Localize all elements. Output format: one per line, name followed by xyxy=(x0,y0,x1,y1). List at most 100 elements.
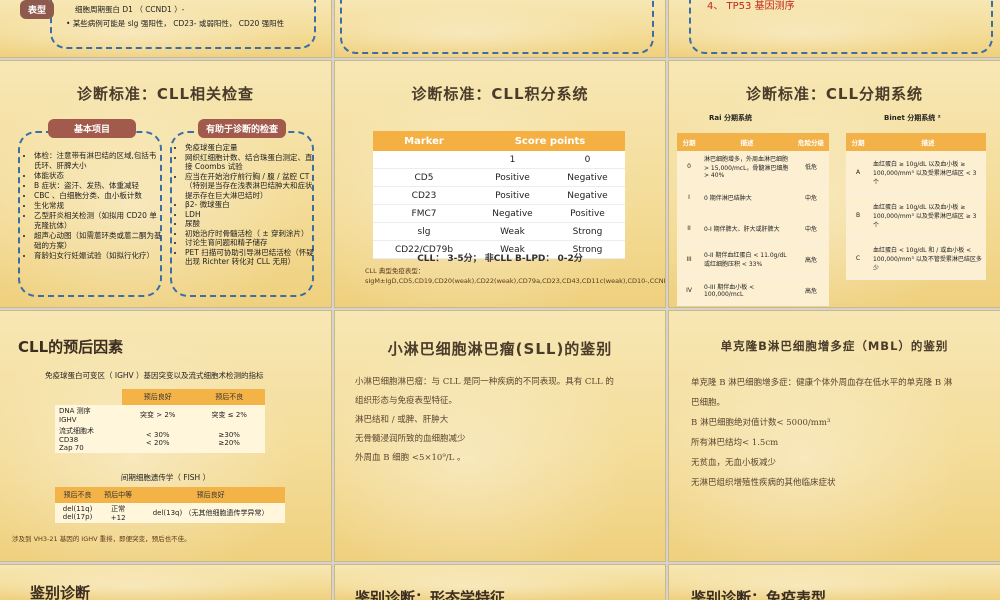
list-item: 体检：注意带有淋巴结的区域,包括韦氏环、肝脾大小 xyxy=(34,151,162,171)
slide-sll[interactable]: 小淋巴细胞淋巴瘤(SLL)的鉴别 小淋巴细胞淋巴瘤：与 CLL 是同一种疾病的不… xyxy=(335,311,665,561)
slide-prognosis[interactable]: CLL的预后因素 免疫球蛋白可变区（ IGHV ）基因突变以及流式细胞术检测的指… xyxy=(0,311,331,561)
list-item: 育龄妇女行妊娠试验（如拟行化疗） xyxy=(34,251,162,261)
text-line: 外周血 B 细胞 <5×10⁹/L 。 xyxy=(355,453,466,463)
table-cell: FMC7 xyxy=(373,204,475,223)
table-row: CD23 Positive Negative xyxy=(373,186,625,205)
score-note: CLL 典型免疫表型： sIgM±IgD,CD5,CD19,CD20(weak)… xyxy=(365,267,665,285)
table-cell: del(13q) （无其他细胞遗传学异常） xyxy=(136,503,285,523)
slide-score[interactable]: 诊断标准：CLL积分系统 Marker Score points 1 0 CD5 Po… xyxy=(335,61,665,307)
table-cell: Negative xyxy=(550,168,625,187)
text-line: 无骨髓浸润所致的血细胞减少 xyxy=(355,434,466,444)
basic-tag: 基本项目 xyxy=(48,119,136,138)
prognosis-note: 涉及到 VH3-21 基因的 IGHV 重排，即便突变，预后也不佳。 xyxy=(12,535,191,543)
mbl-title: 单克隆B淋巴细胞增多症（MBL）的鉴别 xyxy=(720,339,949,353)
table-row: II 0-I 期伴脾大、肝大或肝脾大 中危 xyxy=(677,212,829,244)
table-cell: B xyxy=(846,193,870,237)
text-line: 巴细胞。 xyxy=(691,398,726,408)
score-summary: CLL： 3-5分； 非CLL B-LPD： 0-2分 xyxy=(417,254,583,264)
mbl-text: 单克隆 B 淋巴细胞增多症：健康个体外周血存在低水平的单克隆 B 淋巴细胞。 B … xyxy=(691,373,991,493)
phenotype-line2: • 某些病例可能是 slg 强阳性， CD23- 或弱阳性， CD20 强阳性 xyxy=(66,19,285,28)
list-item: 初始治疗时骨髓活检（ ± 穿刺涂片） xyxy=(185,229,317,239)
table-cell: 突变 > 2% xyxy=(122,405,194,425)
table-cell: 中危 xyxy=(793,181,829,213)
binet-h1: 描述 xyxy=(870,133,986,151)
slide-blank-top[interactable] xyxy=(335,0,665,57)
text-line: 组织形态与免疫表型特征。 xyxy=(355,396,458,406)
list-item: PET 扫描可协助引导淋巴结活检（怀疑出现 Richter 转化对 CLL 无用… xyxy=(185,248,317,267)
diff-immuno-title: 鉴别诊断：免疫表型 xyxy=(691,589,827,600)
list-item: CBC 、白细胞分类、血小板计数 xyxy=(34,191,162,201)
table-row: 流式细胞术 CD38 Zap 70 < 30% < 20% ≥30% ≥20% xyxy=(55,425,265,453)
text-line: 无贫血，无血小板减少 xyxy=(691,458,777,468)
diff-morph-title: 鉴别诊断：形态学特征 xyxy=(355,589,506,600)
phenotype-line2-text: 某些病例可能是 slg 强阳性， CD23- 或弱阳性， CD20 强阳性 xyxy=(72,19,285,28)
basic-list: 体检：注意带有淋巴结的区域,包括韦氏环、肝脾大小体能状态B 症状：盗汗、发热、体… xyxy=(24,151,162,261)
table-cell: 高危 xyxy=(793,274,829,306)
binet-table: 分期 描述 A 血红蛋白 ≥ 10g/dL 以及血小板 ≥ 100,000/mm³… xyxy=(846,133,986,280)
rai-h0: 分期 xyxy=(677,133,701,151)
table-cell: 突变 ≤ 2% xyxy=(193,405,265,425)
slide-diff-immuno[interactable]: 鉴别诊断：免疫表型 xyxy=(669,565,1000,600)
fish-title: 间期细胞遗传学（ FISH ） xyxy=(120,473,211,482)
rai-h1: 描述 xyxy=(701,133,793,151)
slide-staging[interactable]: 诊断标准：CLL分期系统 Rai 分期系统 Binet 分期系统 ² 分期 描述… xyxy=(669,61,1000,307)
list-item: 体能状态 xyxy=(34,171,162,181)
rai-title: Rai 分期系统 xyxy=(709,114,752,122)
staging-title: 诊断标准：CLL分期系统 xyxy=(745,85,924,103)
slide-diff-morph[interactable]: 鉴别诊断：形态学特征 xyxy=(335,565,665,600)
table-cell: 正常 +12 xyxy=(100,503,137,523)
table-cell: Positive xyxy=(475,186,550,205)
list-item: B 症状：盗汗、发热、体重减轻 xyxy=(34,181,162,191)
slide-tests[interactable]: 诊断标准：CLL相关检查 基本项目 有助于诊断的检查 体检：注意带有淋巴结的区域… xyxy=(0,61,331,307)
table-cell: Negative xyxy=(550,186,625,205)
table-cell: 中危 xyxy=(793,212,829,244)
table-cell: II xyxy=(677,212,701,244)
table-cell: 0 期伴淋巴结肿大 xyxy=(701,181,793,213)
table-cell: CD5 xyxy=(373,168,475,187)
slide-phenotype[interactable]: 表型 细胞周期蛋白 D1 （ CCND1 ）- • 某些病例可能是 slg 强阳… xyxy=(0,0,331,57)
prog-t1-h1: 预后良好 xyxy=(122,389,194,405)
table-cell: 高危 xyxy=(793,243,829,275)
slide-mbl[interactable]: 单克隆B淋巴细胞增多症（MBL）的鉴别 单克隆 B 淋巴细胞增多症：健康个体外周… xyxy=(669,311,1000,561)
binet-h0: 分期 xyxy=(846,133,870,151)
list-item: 生化常规 xyxy=(34,201,162,211)
list-item: 乙型肝炎相关检测（如拟用 CD20 单克隆抗体） xyxy=(34,211,162,231)
table-cell: Weak xyxy=(475,222,550,241)
table-row: slg Weak Strong xyxy=(373,222,625,241)
table-cell: 淋巴细胞增多，外周血淋巴细胞 > 15,000/mcL，骨髓淋巴细胞 > 40% xyxy=(701,151,793,182)
helpful-tag: 有助于诊断的检查 xyxy=(198,119,286,138)
table-row: III 0-II 期伴血红蛋白 < 11.0g/dL 或红细胞压积 < 33% 高危 xyxy=(677,243,829,275)
list-item: 超声心动图（如需蒽环类或蒽二酮为基础的方案） xyxy=(34,231,162,251)
list-item: 网织红细胞计数、结合珠蛋白测定、直接 Coombs 试验 xyxy=(185,153,317,172)
table-row: I0 期伴淋巴结肿大 中危 xyxy=(677,181,829,213)
rai-h2: 危险分级 xyxy=(793,133,829,151)
score-header-points: Score points xyxy=(475,131,625,151)
text-line: 单克隆 B 淋巴细胞增多症：健康个体外周血存在低水平的单克隆 B 淋 xyxy=(691,378,953,388)
text-line: B 淋巴细胞绝对值计数< 5000/mm³ xyxy=(691,418,831,428)
diff-title: 鉴别诊断 xyxy=(30,584,91,600)
table-cell: 0-II 期伴血红蛋白 < 11.0g/dL 或红细胞压积 < 33% xyxy=(701,243,793,275)
table-row: C 血红蛋白 < 10g/dL 和 / 或血小板 < 100,000/mm³ 以及… xyxy=(846,236,986,280)
table-row: 10 xyxy=(373,151,625,169)
list-item: β2- 微球蛋白 xyxy=(185,200,317,210)
prog-t2-h1: 预后中等 xyxy=(100,487,137,503)
list-item: 应当在开始治疗前行胸 / 腹 / 盆腔 CT （特别是当存在浅表淋巴结肿大和症状… xyxy=(185,172,317,201)
text-line: 小淋巴细胞淋巴瘤：与 CLL 是同一种疾病的不同表现。具有 CLL 的 xyxy=(355,377,614,387)
prog-t2-h0: 预后不良 xyxy=(55,487,101,503)
score-header-marker: Marker xyxy=(373,131,475,151)
table-cell: slg xyxy=(373,222,475,241)
table-row: B 血红蛋白 ≥ 10g/dL 以及血小板 ≥ 100,000/mm³ 以及受累淋… xyxy=(846,193,986,237)
binet-title: Binet 分期系统 ² xyxy=(884,114,941,122)
slide-diff[interactable]: 鉴别诊断 xyxy=(0,565,331,600)
prognosis-subtitle: 免疫球蛋白可变区（ IGHV ）基因突变以及流式细胞术检测的指标 xyxy=(45,371,264,380)
table-cell: 1 xyxy=(475,151,550,169)
slide-tp53[interactable]: 4、 TP53 基因测序 xyxy=(669,0,1000,57)
text-line: 淋巴结和 / 或脾、肝肿大 xyxy=(355,415,449,425)
score-title: 诊断标准：CLL积分系统 xyxy=(411,85,589,103)
phenotype-line1: 细胞周期蛋白 D1 （ CCND1 ）- xyxy=(75,5,185,14)
table-cell: III xyxy=(677,243,701,275)
table-cell: Positive xyxy=(550,204,625,223)
tp53-line: 4、 TP53 基因测序 xyxy=(707,1,795,12)
list-item: LDH xyxy=(185,210,317,220)
table-cell: 0 xyxy=(677,151,701,182)
